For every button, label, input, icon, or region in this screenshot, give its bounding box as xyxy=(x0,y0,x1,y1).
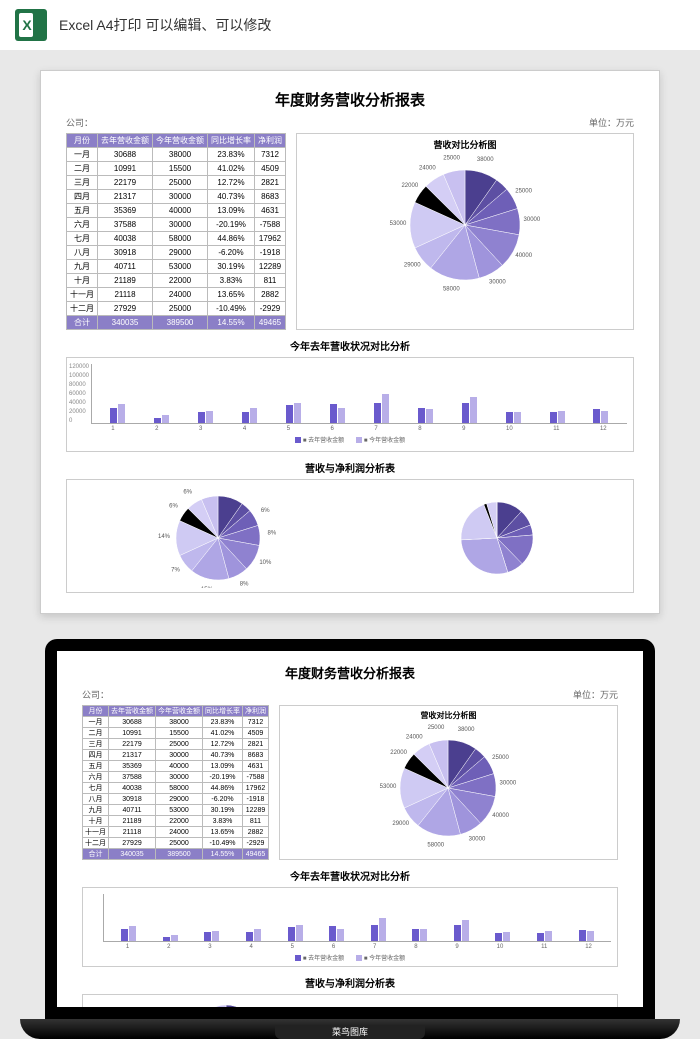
svg-text:14%: 14% xyxy=(158,534,171,540)
svg-text:30000: 30000 xyxy=(500,780,517,786)
svg-text:40000: 40000 xyxy=(492,813,509,819)
table-row: 九月407115300030.19%12289 xyxy=(83,805,269,816)
table-row: 五月353694000013.09%4631 xyxy=(67,204,286,218)
pie-chart-1: 营收对比分析图 38000 25000 30000 40000 30000 58000 29… xyxy=(296,133,634,330)
laptop-brand: 菜鸟图库 xyxy=(275,1025,425,1039)
table-row: 八月3091829000-6.20%-1918 xyxy=(67,246,286,260)
svg-text:38000: 38000 xyxy=(458,727,475,733)
table-row: 九月407115300030.19%12289 xyxy=(67,260,286,274)
bar-legend: ■ 去年营收金额 ■ 今年营收金额 xyxy=(73,435,627,444)
laptop-inner: 年度财务营收分析报表 公司：单位：万元 月份去年营收金额今年营收金额同比增长率净… xyxy=(57,651,643,1007)
svg-text:30000: 30000 xyxy=(524,217,541,223)
svg-text:53000: 53000 xyxy=(390,221,407,227)
table-row: 八月3091829000-6.20%-1918 xyxy=(83,794,269,805)
doc-title: 年度财务营收分析报表 xyxy=(66,89,634,110)
pie2-svg: 10%6%8%10%8%15%7%14%6%6%6% xyxy=(128,488,308,588)
mini-title: 年度财务营收分析报表 xyxy=(82,663,618,682)
bar-chart: 120000100000800006000040000200000 123456… xyxy=(66,357,634,452)
svg-text:6%: 6% xyxy=(183,489,192,495)
table-row: 一月306883800023.83%7312 xyxy=(67,148,286,162)
table-row: 十月21189220003.83%811 xyxy=(67,274,286,288)
table-row: 十月21189220003.83%811 xyxy=(83,816,269,827)
table-row: 十一月211182400013.65%2882 xyxy=(67,288,286,302)
table-row: 一月306883800023.83%7312 xyxy=(83,717,269,728)
svg-text:8%: 8% xyxy=(268,531,277,537)
svg-text:40000: 40000 xyxy=(515,253,532,259)
svg-text:22000: 22000 xyxy=(390,750,407,756)
svg-text:6%: 6% xyxy=(169,503,178,509)
data-table: 月份去年营收金额今年营收金额同比增长率净利润 一月306883800023.83… xyxy=(66,133,286,330)
svg-text:8%: 8% xyxy=(240,581,249,587)
svg-text:38000: 38000 xyxy=(477,157,494,163)
table-row: 四月213173000040.73%8683 xyxy=(67,190,286,204)
svg-text:10%: 10% xyxy=(228,488,241,489)
table-row: 三月221792500012.72%2821 xyxy=(83,739,269,750)
svg-text:24000: 24000 xyxy=(419,166,436,172)
sub-row: 公司： 单位：万元 xyxy=(66,116,634,129)
svg-text:22000: 22000 xyxy=(401,183,418,189)
mini-table: 月份去年营收金额今年营收金额同比增长率净利润 一月306883800023.83… xyxy=(82,705,269,860)
table-row: 三月221792500012.72%2821 xyxy=(67,176,286,190)
mini-bar: 123456789101112 ■ 去年营收金额 ■ 今年营收金额 xyxy=(82,887,618,967)
laptop-base: 菜鸟图库 xyxy=(20,1019,680,1039)
table-row: 二月109911550041.02%4509 xyxy=(83,728,269,739)
svg-text:29000: 29000 xyxy=(392,821,409,827)
laptop: 年度财务营收分析报表 公司：单位：万元 月份去年营收金额今年营收金额同比增长率净… xyxy=(20,639,680,1039)
table-row: 四月213173000040.73%8683 xyxy=(83,750,269,761)
svg-text:25000: 25000 xyxy=(515,189,532,195)
svg-text:30000: 30000 xyxy=(469,837,486,843)
pie1-svg: 38000 25000 30000 40000 30000 58000 29000 53000… xyxy=(375,153,555,293)
unit-label: 单位：万元 xyxy=(589,116,634,129)
header-bar: X Excel A4打印 可以编辑、可以修改 xyxy=(0,0,700,50)
table-row: 二月109911550041.02%4509 xyxy=(67,162,286,176)
laptop-section: 年度财务营收分析报表 公司：单位：万元 月份去年营收金额今年营收金额同比增长率净… xyxy=(0,629,700,1039)
laptop-screen: 年度财务营收分析报表 公司：单位：万元 月份去年营收金额今年营收金额同比增长率净… xyxy=(45,639,655,1019)
card-wrap: 年度财务营收分析报表 公司： 单位：万元 月份去年营收金额今年营收金额同比增长率… xyxy=(0,50,700,629)
table-row: 六月3758830000-20.19%-7588 xyxy=(83,772,269,783)
table-row: 七月400385800044.86%17962 xyxy=(83,783,269,794)
table-row: 十二月2792925000-10.49%-2929 xyxy=(67,302,286,316)
svg-text:53000: 53000 xyxy=(380,784,397,790)
document-card: 年度财务营收分析报表 公司： 单位：万元 月份去年营收金额今年营收金额同比增长率… xyxy=(40,70,660,614)
bar-title: 今年去年营收状况对比分析 xyxy=(66,338,634,353)
svg-text:25000: 25000 xyxy=(443,155,460,161)
company-label: 公司： xyxy=(66,116,93,129)
sum-row: 合计34003538950014.55%49465 xyxy=(83,849,269,860)
pie1-title: 营收对比分析图 xyxy=(301,138,629,151)
svg-text:58000: 58000 xyxy=(427,843,444,848)
mini-pie1: 营收对比分析图 38000250003000040000300005800029… xyxy=(279,705,618,860)
table-row: 十二月2792925000-10.49%-2929 xyxy=(83,838,269,849)
table-row: 五月353694000013.09%4631 xyxy=(83,761,269,772)
sum-row: 合计34003538950014.55%49465 xyxy=(67,316,286,330)
table-row: 七月400385800044.86%17962 xyxy=(67,232,286,246)
svg-text:10%: 10% xyxy=(259,560,272,566)
svg-text:24000: 24000 xyxy=(406,734,423,740)
svg-text:25000: 25000 xyxy=(492,755,509,761)
svg-text:29000: 29000 xyxy=(404,262,421,268)
pies-title: 营收与净利润分析表 xyxy=(66,460,634,475)
pie3-svg xyxy=(422,488,572,588)
svg-text:7%: 7% xyxy=(171,567,180,573)
table-row: 十一月211182400013.65%2882 xyxy=(83,827,269,838)
header-text: Excel A4打印 可以编辑、可以修改 xyxy=(59,15,271,35)
excel-icon: X xyxy=(15,9,47,41)
pies-row: 10%6%8%10%8%15%7%14%6%6%6% xyxy=(66,479,634,593)
svg-text:15%: 15% xyxy=(201,587,214,588)
svg-text:30000: 30000 xyxy=(489,280,506,286)
svg-text:25000: 25000 xyxy=(428,725,445,731)
svg-text:58000: 58000 xyxy=(443,287,460,293)
svg-text:6%: 6% xyxy=(261,508,270,514)
table-row: 六月3758830000-20.19%-7588 xyxy=(67,218,286,232)
